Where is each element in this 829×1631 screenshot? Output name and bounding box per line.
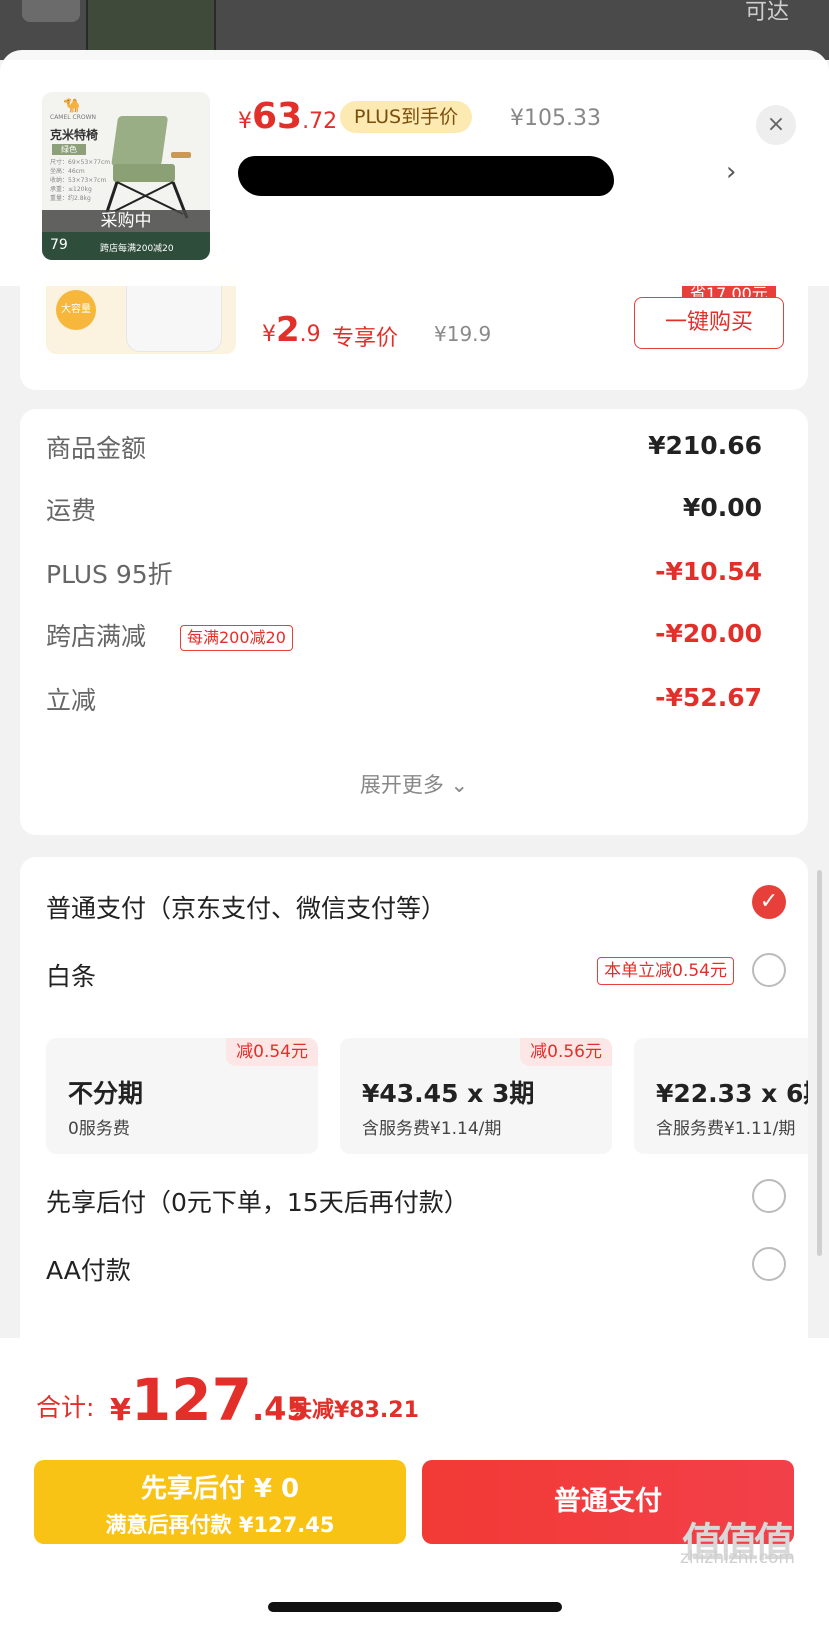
pay-later-button[interactable]: 先享后付 ¥ 0 满意后再付款 ¥127.45 — [34, 1460, 406, 1544]
summary-label: 运费 — [46, 496, 97, 525]
purchasing-status-badge: 采购中 — [42, 210, 210, 232]
checkout-bar: 合计: ¥127.45 共减¥83.21 先享后付 ¥ 0 满意后再付款 ¥12… — [0, 1338, 829, 1631]
total-amount: ¥127.45 — [110, 1366, 309, 1434]
thumbnail-promo-text: 跨店每满200减20 — [100, 244, 174, 254]
currency-symbol: ¥ — [262, 322, 276, 347]
payment-option-label: 白条 — [46, 962, 97, 991]
summary-label: 立减 — [46, 686, 97, 715]
original-price: ¥105.33 — [510, 106, 601, 131]
payment-option-aa[interactable]: AA付款 — [46, 1247, 786, 1291]
currency-symbol: ¥ — [238, 109, 252, 134]
summary-value: -¥10.54 — [655, 557, 762, 586]
promo-image-tag: 大容量 — [56, 290, 96, 330]
background-back-button — [22, 0, 80, 22]
scrollbar[interactable] — [817, 870, 822, 1256]
thumbnail-title: 克米特椅 — [50, 128, 99, 142]
summary-value: ¥210.66 — [648, 431, 762, 460]
radio-icon[interactable] — [752, 1179, 786, 1213]
chair-illustration — [103, 116, 191, 219]
home-indicator[interactable] — [268, 1602, 562, 1612]
summary-row-plus-discount: PLUS 95折 -¥10.54 — [46, 555, 762, 595]
pay-later-line2: 满意后再付款 ¥127.45 — [105, 1513, 335, 1537]
payment-option-label: 普通支付（京东支付、微信支付等） — [46, 894, 447, 923]
payment-method-card: 普通支付（京东支付、微信支付等） ✓ 白条 本单立减0.54元 减0.54元 不… — [20, 857, 808, 1357]
plan-sub: 含服务费¥1.14/期 — [362, 1119, 502, 1139]
plan-discount-tag: 减0.54元 — [226, 1038, 318, 1066]
plan-main: ¥43.45 x 3期 — [362, 1079, 535, 1108]
summary-label: 跨店满减 — [46, 622, 147, 651]
summary-label: 商品金额 — [46, 434, 147, 463]
summary-row-instant-discount: 立减 -¥52.67 — [46, 681, 762, 721]
close-icon[interactable]: × — [756, 105, 796, 145]
total-integer: 127 — [130, 1366, 252, 1434]
payment-option-label: AA付款 — [46, 1256, 131, 1285]
price-integer: 63 — [252, 96, 303, 137]
order-summary-card: 商品金额 ¥210.66 运费 ¥0.00 PLUS 95折 -¥10.54 跨… — [20, 409, 808, 835]
thumbnail-color-tag: 绿色 — [52, 144, 86, 155]
expand-more-button[interactable]: 展开更多 ⌄ — [20, 769, 808, 799]
thumbnail-brand: CAMEL CROWN — [50, 114, 97, 121]
cross-store-tag: 每满200减20 — [180, 625, 293, 651]
installment-plan[interactable]: 减0.54元 不分期 0服务费 — [46, 1038, 318, 1154]
installment-plan[interactable]: 减0.56元 ¥43.45 x 3期 含服务费¥1.14/期 — [340, 1038, 612, 1154]
exclusive-price-label: 专享价 — [332, 326, 399, 351]
payment-option-baitiao[interactable]: 白条 本单立减0.54元 — [46, 953, 786, 997]
price-decimal: .9 — [299, 322, 321, 347]
installment-plan-list: 减0.54元 不分期 0服务费 减0.56元 ¥43.45 x 3期 含服务费¥… — [46, 1038, 808, 1154]
plan-sub: 0服务费 — [68, 1119, 130, 1139]
promo-price: ¥2.9 — [262, 310, 321, 350]
payment-option-label: 先享后付（0元下单，15天后再付款） — [46, 1188, 469, 1217]
plus-price: ¥63.72 — [238, 96, 337, 137]
radio-icon[interactable] — [752, 1247, 786, 1281]
plan-main: ¥22.33 x 6期 — [656, 1079, 808, 1108]
baitiao-discount-tag: 本单立减0.54元 — [597, 957, 734, 985]
payment-option-normal[interactable]: 普通支付（京东支付、微信支付等） ✓ — [46, 885, 786, 929]
camel-logo-icon: 🐪 — [63, 98, 81, 114]
price-integer: 2 — [276, 310, 300, 350]
summary-value: -¥20.00 — [655, 619, 762, 648]
summary-label: PLUS 95折 — [46, 560, 173, 589]
watermark-site: zhizhizhi.com — [680, 1548, 795, 1568]
summary-row-shipping: 运费 ¥0.00 — [46, 491, 762, 531]
checked-radio-icon[interactable]: ✓ — [752, 885, 786, 919]
total-label: 合计: — [36, 1393, 95, 1422]
payment-option-pay-later[interactable]: 先享后付（0元下单，15天后再付款） — [46, 1179, 786, 1223]
installment-plan[interactable]: ¥22.33 x 6期 含服务费¥1.11/期 — [634, 1038, 808, 1154]
product-thumbnail[interactable]: 🐪 CAMEL CROWN 克米特椅 绿色 尺寸：69×53×77cm 坐高：4… — [42, 92, 210, 260]
summary-value: -¥52.67 — [655, 683, 762, 712]
background-text: 可达 — [744, 0, 789, 25]
plan-main: 不分期 — [68, 1079, 144, 1108]
promo-original-price: ¥19.9 — [434, 322, 492, 346]
background-product-image — [86, 0, 216, 55]
plan-discount-tag: 减0.56元 — [520, 1038, 612, 1066]
total-saved: 共减¥83.21 — [290, 1398, 419, 1423]
summary-row-cross-store: 跨店满减 每满200减20 -¥20.00 — [46, 617, 762, 657]
price-decimal: .72 — [302, 109, 338, 134]
thumbnail-promo-strip: 79 跨店每满200减20 — [42, 232, 210, 260]
summary-value: ¥0.00 — [682, 493, 762, 522]
currency-symbol: ¥ — [110, 1393, 131, 1428]
chevron-right-icon[interactable]: › — [726, 157, 736, 187]
redacted-product-title — [238, 156, 614, 196]
one-click-buy-button[interactable]: 一键购买 — [634, 297, 784, 349]
summary-row-goods: 商品金额 ¥210.66 — [46, 429, 762, 469]
pay-later-line1: 先享后付 ¥ 0 — [140, 1474, 300, 1504]
plus-price-pill: PLUS到手价 — [340, 101, 473, 133]
radio-icon[interactable] — [752, 953, 786, 987]
plan-sub: 含服务费¥1.11/期 — [656, 1119, 796, 1139]
thumbnail-price: 79 — [50, 237, 68, 253]
